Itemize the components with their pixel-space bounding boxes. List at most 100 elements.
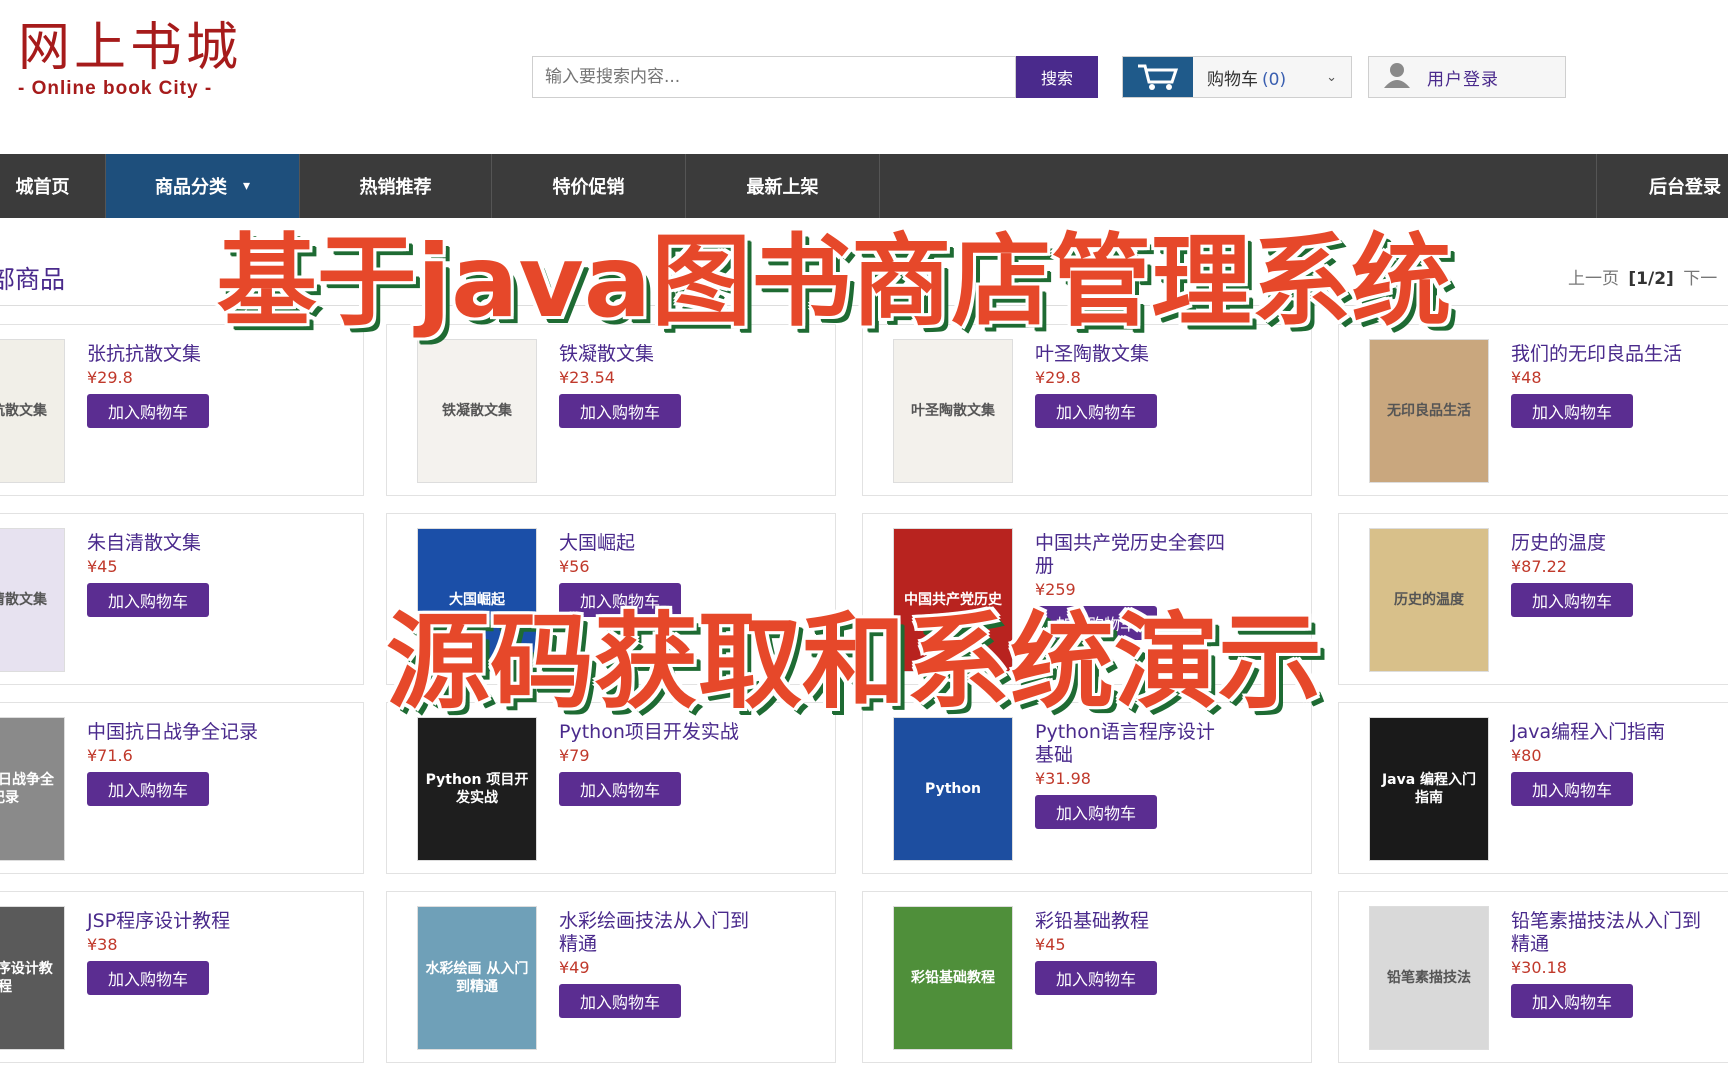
book-cover[interactable]: 铁凝散文集 [417, 339, 537, 483]
product-card[interactable]: 水彩绘画 从入门到精通 水彩绘画技法从入门到精通 ¥49 加入购物车 [386, 891, 836, 1063]
login-button[interactable]: 用户登录 [1368, 56, 1566, 98]
book-cover[interactable]: 叶圣陶散文集 [893, 339, 1013, 483]
product-card[interactable]: Java 编程入门指南 Java编程入门指南 ¥80 加入购物车 [1338, 702, 1728, 874]
product-info: 铁凝散文集 ¥23.54 加入购物车 [559, 343, 749, 428]
book-title[interactable]: 叶圣陶散文集 [1035, 343, 1225, 366]
book-title[interactable]: 大国崛起 [559, 532, 749, 555]
product-info: 水彩绘画技法从入门到精通 ¥49 加入购物车 [559, 910, 749, 1018]
add-to-cart-button[interactable]: 加入购物车 [1511, 394, 1633, 428]
book-title[interactable]: Python语言程序设计基础 [1035, 721, 1225, 767]
book-title[interactable]: 中国抗日战争全记录 [87, 721, 277, 744]
book-price: ¥45 [1035, 935, 1066, 954]
add-to-cart-button[interactable]: 加入购物车 [1035, 795, 1157, 829]
add-to-cart-button[interactable]: 加入购物车 [559, 984, 681, 1018]
book-title[interactable]: 中国共产党历史全套四册 [1035, 532, 1225, 578]
pager-next[interactable]: 下一 [1683, 269, 1717, 289]
product-card[interactable]: 朱自清散文集朱自清散文集 ¥45 加入购物车 [0, 513, 364, 685]
book-price: ¥56 [559, 557, 590, 576]
product-card[interactable]: Python Python语言程序设计基础 ¥31.98 加入购物车 [862, 702, 1312, 874]
product-card[interactable]: 铅笔素描技法 铅笔素描技法从入门到精通 ¥30.18 加入购物车 [1338, 891, 1728, 1063]
add-to-cart-button[interactable]: 加入购物车 [559, 583, 681, 617]
product-card[interactable]: 张抗抗散文集张抗抗散文集 ¥29.8 加入购物车 [0, 324, 364, 496]
nav-new[interactable]: 最新上架 [686, 154, 880, 218]
book-cover[interactable]: Python 项目开发实战 [417, 717, 537, 861]
product-info: 朱自清散文集 ¥45 加入购物车 [87, 532, 277, 617]
product-card[interactable]: 中国抗日战争全记录中国抗日战争全记录 ¥71.6 加入购物车 [0, 702, 364, 874]
main-nav: 城首页 商品分类 ▾ 热销推荐 特价促销 最新上架 后台登录 [0, 154, 1728, 218]
book-title[interactable]: 铅笔素描技法从入门到精通 [1511, 910, 1701, 956]
nav-sale[interactable]: 特价促销 [492, 154, 686, 218]
product-info: 我们的无印良品生活 ¥48 加入购物车 [1511, 343, 1701, 428]
cart-dropdown[interactable]: 购物车 (0) ⌄ [1122, 56, 1352, 98]
logo-chinese: 网上书城 [18, 18, 243, 78]
product-card[interactable]: 叶圣陶散文集 叶圣陶散文集 ¥29.8 加入购物车 [862, 324, 1312, 496]
product-card[interactable]: Python 项目开发实战 Python项目开发实战 ¥79 加入购物车 [386, 702, 836, 874]
product-info: Python项目开发实战 ¥79 加入购物车 [559, 721, 749, 806]
product-card[interactable]: 历史的温度 历史的温度 ¥87.22 加入购物车 [1338, 513, 1728, 685]
add-to-cart-button[interactable]: 加入购物车 [559, 772, 681, 806]
book-cover[interactable]: Java 编程入门指南 [1369, 717, 1489, 861]
product-info: 中国共产党历史全套四册 ¥259 加入购物车 [1035, 532, 1225, 640]
book-title[interactable]: 朱自清散文集 [87, 532, 277, 555]
book-cover[interactable]: 水彩绘画 从入门到精通 [417, 906, 537, 1050]
book-cover[interactable]: 中国共产党历史 [893, 528, 1013, 672]
book-cover[interactable]: 历史的温度 [1369, 528, 1489, 672]
nav-home[interactable]: 城首页 [0, 154, 106, 218]
add-to-cart-button[interactable]: 加入购物车 [87, 583, 209, 617]
book-cover[interactable]: 中国抗日战争全记录 [0, 717, 65, 861]
add-to-cart-button[interactable]: 加入购物车 [559, 394, 681, 428]
add-to-cart-button[interactable]: 加入购物车 [1035, 606, 1157, 640]
book-title[interactable]: Java编程入门指南 [1511, 721, 1701, 744]
nav-categories[interactable]: 商品分类 ▾ [106, 154, 300, 218]
book-price: ¥45 [87, 557, 118, 576]
nav-hot[interactable]: 热销推荐 [300, 154, 492, 218]
book-title[interactable]: 铁凝散文集 [559, 343, 749, 366]
add-to-cart-button[interactable]: 加入购物车 [1511, 772, 1633, 806]
book-title[interactable]: 彩铅基础教程 [1035, 910, 1225, 933]
book-title[interactable]: 水彩绘画技法从入门到精通 [559, 910, 749, 956]
product-info: Java编程入门指南 ¥80 加入购物车 [1511, 721, 1701, 806]
book-price: ¥23.54 [559, 368, 615, 387]
product-card[interactable]: 大国崛起 大国崛起 ¥56 加入购物车 [386, 513, 836, 685]
book-cover[interactable]: 朱自清散文集 [0, 528, 65, 672]
book-cover[interactable]: JSP程序设计教程 [0, 906, 65, 1050]
book-title[interactable]: Python项目开发实战 [559, 721, 749, 744]
book-cover[interactable]: 彩铅基础教程 [893, 906, 1013, 1050]
add-to-cart-button[interactable]: 加入购物车 [1511, 984, 1633, 1018]
book-cover[interactable]: 无印良品生活 [1369, 339, 1489, 483]
section-title: 部商品 [0, 265, 66, 294]
book-cover[interactable]: 铅笔素描技法 [1369, 906, 1489, 1050]
book-cover[interactable]: 大国崛起 [417, 528, 537, 672]
book-title[interactable]: 张抗抗散文集 [87, 343, 277, 366]
add-to-cart-button[interactable]: 加入购物车 [1035, 394, 1157, 428]
logo-english: - Online book City - [18, 78, 213, 99]
product-card[interactable]: 无印良品生活 我们的无印良品生活 ¥48 加入购物车 [1338, 324, 1728, 496]
add-to-cart-button[interactable]: 加入购物车 [87, 394, 209, 428]
nav-admin-login[interactable]: 后台登录 [1596, 154, 1728, 218]
add-to-cart-button[interactable]: 加入购物车 [1035, 961, 1157, 995]
chevron-down-icon: ⌄ [1326, 69, 1337, 85]
search-button[interactable]: 搜索 [1016, 56, 1098, 98]
product-card[interactable]: 铁凝散文集 铁凝散文集 ¥23.54 加入购物车 [386, 324, 836, 496]
product-info: JSP程序设计教程 ¥38 加入购物车 [87, 910, 277, 995]
site-logo[interactable]: 网上书城 - Online book City - [18, 18, 258, 108]
product-info: 中国抗日战争全记录 ¥71.6 加入购物车 [87, 721, 277, 806]
book-price: ¥30.18 [1511, 958, 1567, 977]
caret-down-icon: ▾ [242, 178, 251, 194]
book-cover[interactable]: Python [893, 717, 1013, 861]
cart-count: (0) [1262, 69, 1287, 90]
add-to-cart-button[interactable]: 加入购物车 [1511, 583, 1633, 617]
search-input[interactable] [532, 56, 1016, 98]
cart-icon [1123, 57, 1193, 97]
product-card[interactable]: 彩铅基础教程 彩铅基础教程 ¥45 加入购物车 [862, 891, 1312, 1063]
book-title[interactable]: JSP程序设计教程 [87, 910, 277, 933]
product-info: 彩铅基础教程 ¥45 加入购物车 [1035, 910, 1225, 995]
book-cover[interactable]: 张抗抗散文集 [0, 339, 65, 483]
product-card[interactable]: JSP程序设计教程 JSP程序设计教程 ¥38 加入购物车 [0, 891, 364, 1063]
add-to-cart-button[interactable]: 加入购物车 [87, 961, 209, 995]
book-title[interactable]: 历史的温度 [1511, 532, 1701, 555]
book-title[interactable]: 我们的无印良品生活 [1511, 343, 1701, 366]
pager-prev[interactable]: 上一页 [1568, 269, 1619, 289]
add-to-cart-button[interactable]: 加入购物车 [87, 772, 209, 806]
product-card[interactable]: 中国共产党历史 中国共产党历史全套四册 ¥259 加入购物车 [862, 513, 1312, 685]
